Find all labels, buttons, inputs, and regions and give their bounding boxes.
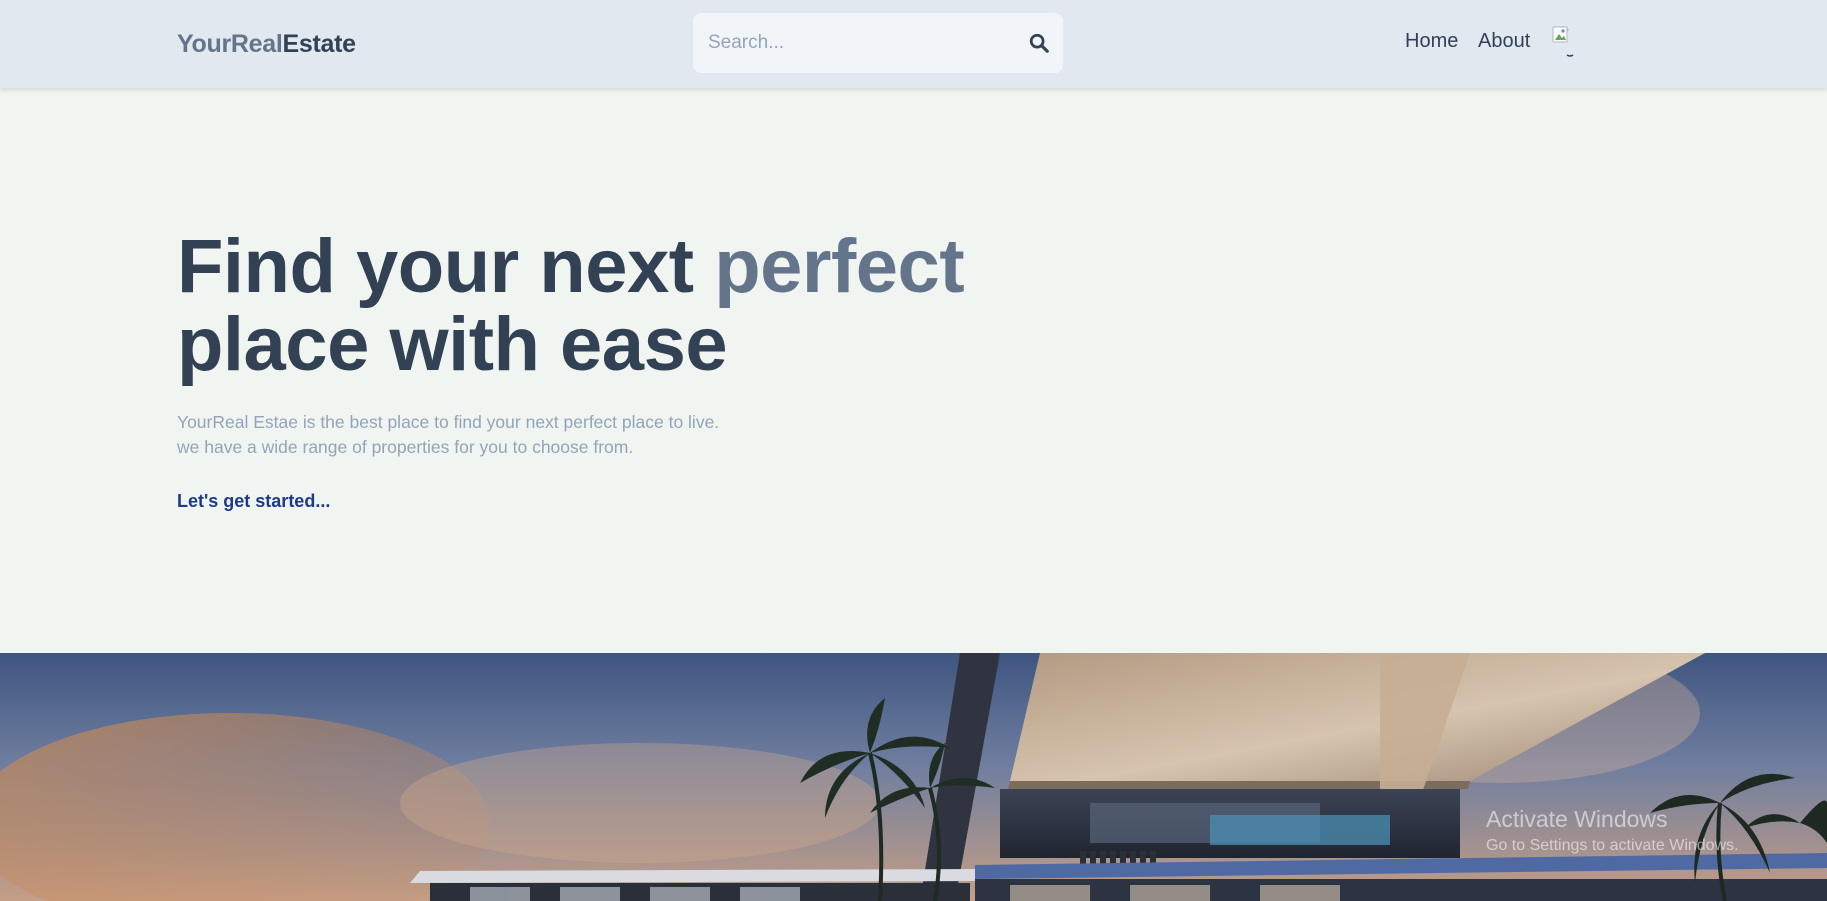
hero-house-image	[0, 653, 1827, 901]
hero-title-accent: perfect	[714, 224, 965, 309]
hero-subtitle-line2: we have a wide range of properties for y…	[177, 437, 634, 457]
hero-subtitle-line1: YourReal Estae is the best place to find…	[177, 412, 720, 432]
house-illustration	[0, 653, 1827, 901]
search-button[interactable]	[1015, 13, 1063, 73]
logo-part-yourreal: YourReal	[177, 30, 283, 58]
hero-subtitle: YourReal Estae is the best place to find…	[177, 410, 719, 460]
search-form	[693, 13, 1063, 73]
hero-title-start: Find your next	[177, 224, 715, 309]
nav-link-home[interactable]: Home	[1405, 30, 1458, 53]
profile-avatar[interactable]	[1552, 25, 1578, 59]
logo-part-estate: Estate	[282, 30, 357, 58]
broken-image-avatar-icon	[1552, 26, 1574, 57]
hero-title-line2: place with ease	[177, 302, 728, 387]
nav-link-about[interactable]: About	[1478, 30, 1530, 53]
search-input[interactable]	[693, 13, 1015, 73]
hero-title: Find your next perfect place with ease	[177, 228, 965, 387]
get-started-link[interactable]: Let's get started...	[177, 491, 330, 512]
site-logo[interactable]: YourRealEstate	[177, 30, 356, 59]
search-icon	[1029, 33, 1049, 53]
site-header: YourRealEstate Home About	[0, 0, 1827, 88]
